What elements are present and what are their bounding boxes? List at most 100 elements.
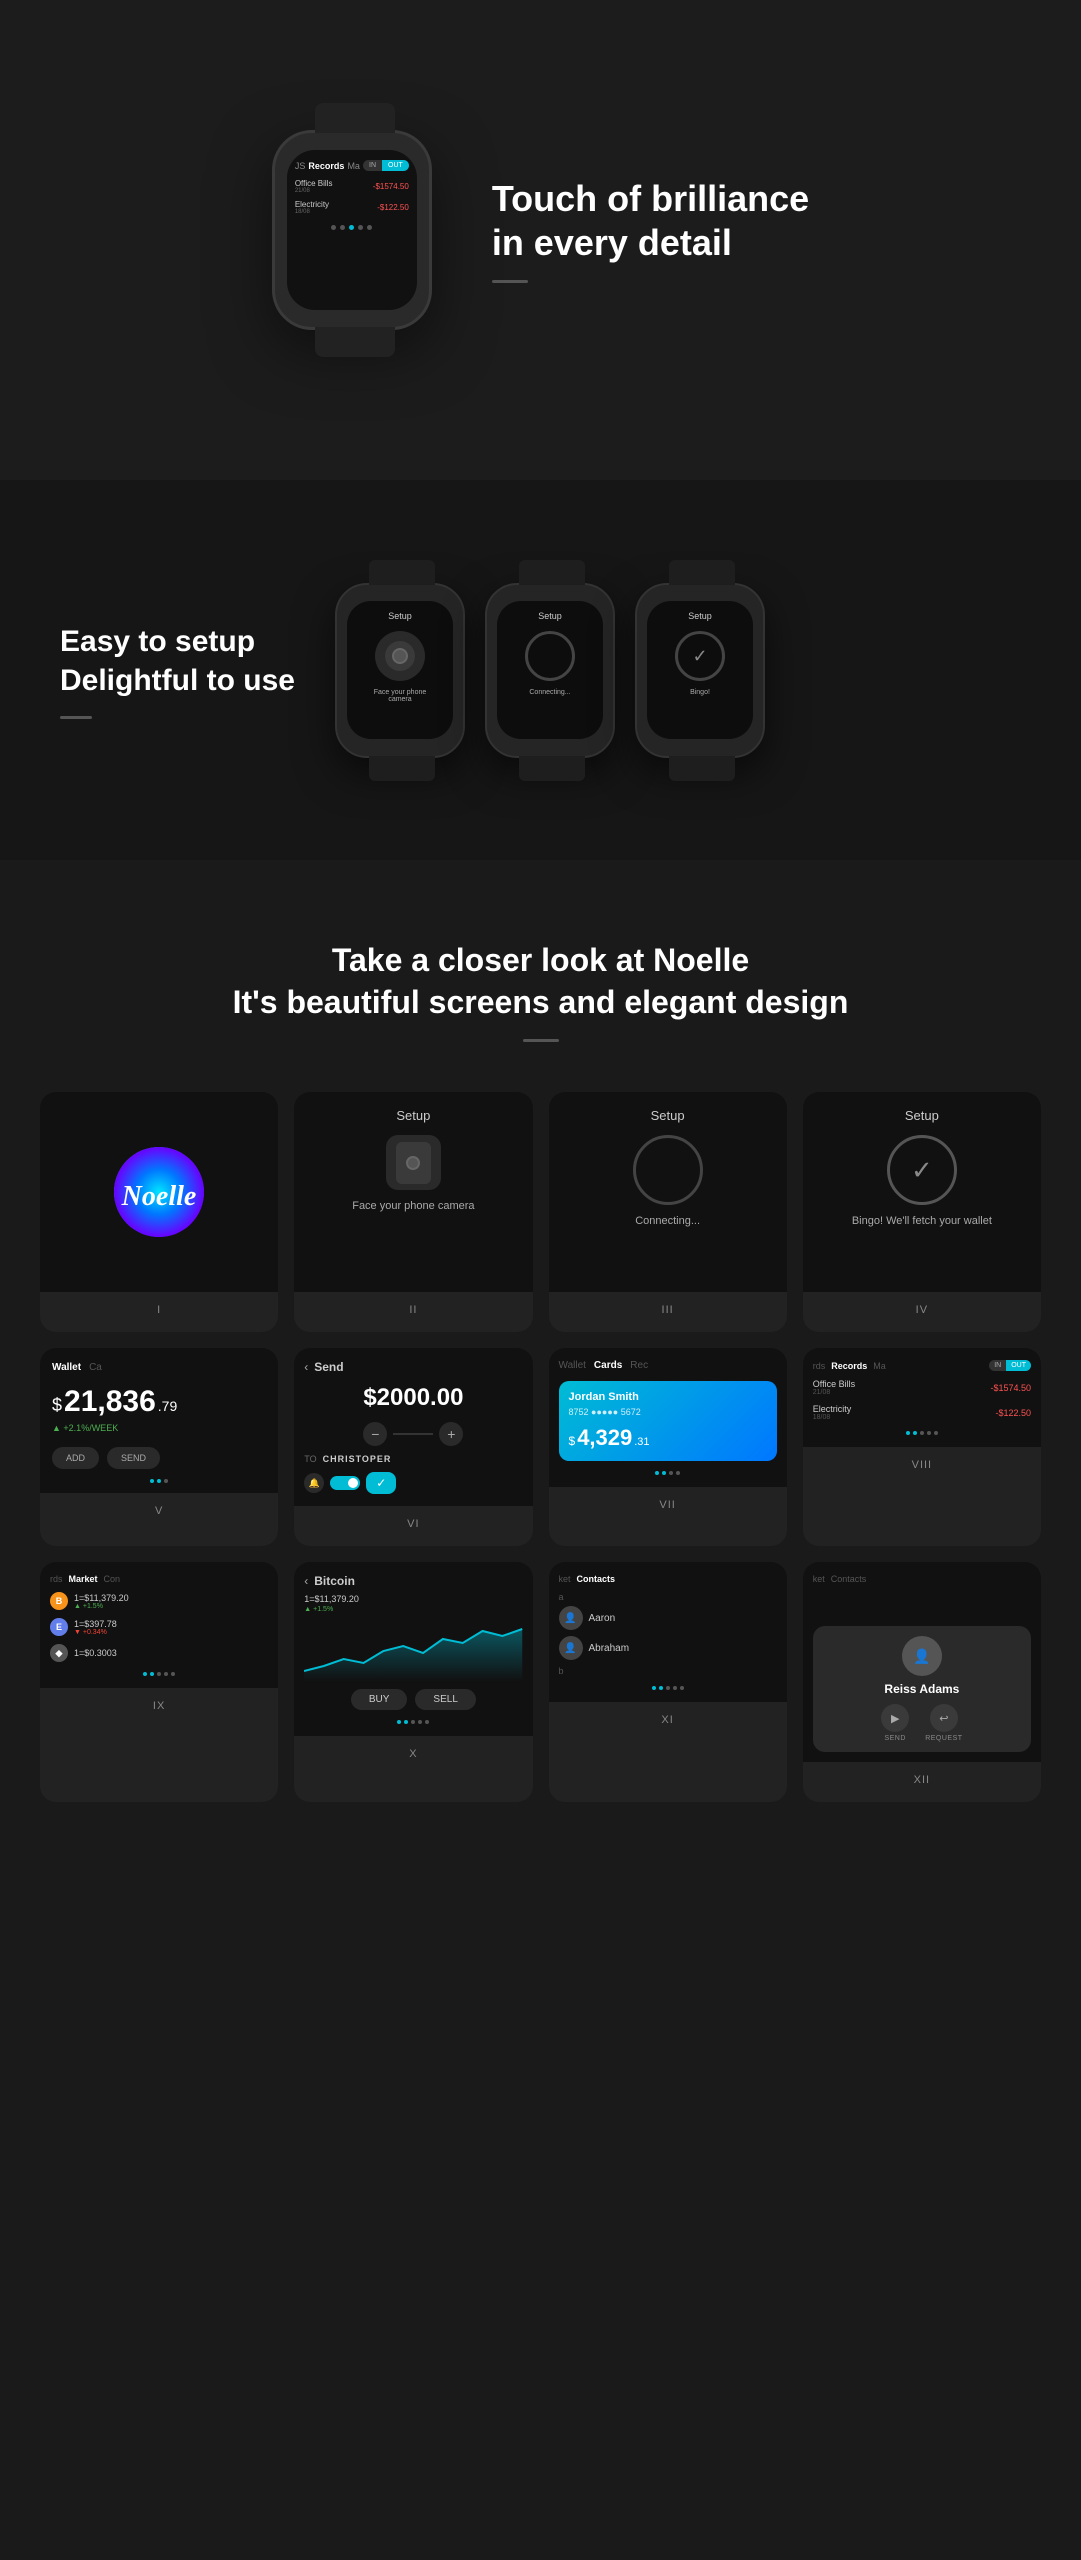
setup-screen-title-3: Setup xyxy=(688,611,712,621)
reiss-tab-ket: ket xyxy=(813,1574,825,1584)
records-out: OUT xyxy=(1006,1360,1031,1371)
records-tab-rds: rds xyxy=(813,1361,826,1371)
wallet-cents: .79 xyxy=(158,1398,177,1414)
wallet-dollar: $ xyxy=(52,1395,62,1416)
market-tab-rds: rds xyxy=(50,1574,63,1584)
cards-tab-wallet: Wallet xyxy=(559,1360,586,1371)
contacts-tabs: ket Contacts xyxy=(559,1574,777,1584)
screens-grid-row2: Wallet Ca $ 21,836 .79 ▲ +2.1%/WEEK ADD … xyxy=(40,1348,1041,1546)
screen-card-12: ket Contacts 👤 Reiss Adams ▶ SEND ↩ xyxy=(803,1562,1041,1802)
wallet-add-btn[interactable]: ADD xyxy=(52,1447,99,1469)
screen-card-6: ‹ Send $2000.00 − + TO CHRISTOPER 🔔 xyxy=(294,1348,532,1546)
send-toggle[interactable] xyxy=(330,1476,360,1490)
contact-avatar-aaron: 👤 xyxy=(559,1606,583,1630)
touch-title: Touch of brilliance in every detail xyxy=(492,177,809,263)
screens-grid-row1: Noelle I Setup Face your phone camera II xyxy=(40,1092,1041,1332)
market-item-eth: E 1=$397.78 ▼ +0.34% xyxy=(50,1618,268,1636)
section-setup: Easy to setup Delightful to use Setup Fa… xyxy=(0,480,1081,860)
market-tab-con: Con xyxy=(104,1574,121,1584)
wallet-card-content: Wallet Ca $ 21,836 .79 ▲ +2.1%/WEEK ADD … xyxy=(40,1348,278,1493)
screen-num-4: IV xyxy=(916,1304,928,1316)
bitcoin-buy-btn[interactable]: BUY xyxy=(351,1689,408,1710)
reiss-send-icon[interactable]: ▶ xyxy=(881,1704,909,1732)
screen-num-6: VI xyxy=(407,1518,419,1530)
bitcoin-chart xyxy=(304,1621,522,1681)
rec1-amount: -$1574.50 xyxy=(990,1383,1031,1393)
screen-card-5: Wallet Ca $ 21,836 .79 ▲ +2.1%/WEEK ADD … xyxy=(40,1348,278,1546)
setup-desc-2: Connecting... xyxy=(529,689,570,696)
contacts-content: ket Contacts a 👤 Aaron 👤 Abraham b xyxy=(549,1562,787,1702)
setup-title: Easy to setup Delightful to use xyxy=(60,622,295,700)
screen-num-12: XII xyxy=(914,1774,930,1786)
send-minus-btn[interactable]: − xyxy=(363,1422,387,1446)
watch-tab-records: Records xyxy=(308,161,344,171)
bitcoin-sell-btn[interactable]: SELL xyxy=(415,1689,475,1710)
records-tabs: rds Records Ma IN OUT xyxy=(813,1360,1031,1371)
wallet-tab-wallet: Wallet xyxy=(52,1362,81,1373)
phone-inner-2 xyxy=(396,1142,431,1184)
contact-name-abraham: Abraham xyxy=(589,1643,630,1654)
closer-divider xyxy=(523,1039,559,1042)
contacts-tab-ket: ket xyxy=(559,1574,571,1584)
send-title: Send xyxy=(314,1360,343,1374)
send-to-row: TO CHRISTOPER xyxy=(304,1454,522,1464)
setup-desc-1: Face your phonecamera xyxy=(374,689,427,703)
bitcoin-content: ‹ Bitcoin 1=$11,379.20 ▲ +1.5% xyxy=(294,1562,532,1736)
watch-record-2: Electricity 18/08 -$122.50 xyxy=(295,200,409,215)
record1-label: Office Bills xyxy=(295,179,333,188)
bitcoin-change: ▲ +1.5% xyxy=(304,1606,522,1613)
market-tab-market: Market xyxy=(69,1574,98,1584)
screen-card-7: Wallet Cards Rec Jordan Smith 8752 ●●●●●… xyxy=(549,1348,787,1546)
phone-icon-2 xyxy=(386,1135,441,1190)
contact-avatar-abraham: 👤 xyxy=(559,1636,583,1660)
records-item-2: Electricity 18/08 -$122.50 xyxy=(813,1404,1031,1421)
send-plus-btn[interactable]: + xyxy=(439,1422,463,1446)
record2-date: 18/08 xyxy=(295,209,329,215)
setup-card-title-2: Setup xyxy=(396,1108,430,1123)
send-header: ‹ Send xyxy=(304,1360,522,1374)
records-tab-ma: Ma xyxy=(873,1361,886,1371)
market-tabs: rds Market Con xyxy=(50,1574,268,1584)
wallet-buttons: ADD SEND xyxy=(52,1447,266,1469)
screen-content-4: Setup ✓ Bingo! We'll fetch your wallet xyxy=(803,1092,1041,1292)
setup-divider xyxy=(60,716,92,719)
bitcoin-header: ‹ Bitcoin xyxy=(304,1574,522,1588)
setup-card-title-3: Setup xyxy=(651,1108,685,1123)
record2-label: Electricity xyxy=(295,200,329,209)
wallet-send-btn[interactable]: SEND xyxy=(107,1447,160,1469)
wallet-amount-row: $ 21,836 .79 xyxy=(52,1385,266,1419)
screen-content-3: Setup Connecting... xyxy=(549,1092,787,1292)
bitcoin-title: Bitcoin xyxy=(314,1574,355,1588)
watch-record-1: Office Bills 21/08 -$1574.50 xyxy=(295,179,409,194)
rec2-label: Electricity xyxy=(813,1404,852,1414)
screen-card-9: rds Market Con B 1=$11,379.20 ▲ +1.5% E … xyxy=(40,1562,278,1802)
reiss-actions: ▶ SEND ↩ REQUEST xyxy=(881,1704,962,1742)
setup-card-desc-2: Face your phone camera xyxy=(352,1200,474,1212)
send-check-btn[interactable]: ✓ xyxy=(366,1472,396,1494)
rec2-amount: -$122.50 xyxy=(995,1408,1031,1418)
records-item-1: Office Bills 21/08 -$1574.50 xyxy=(813,1379,1031,1396)
btc-change: ▲ +1.5% xyxy=(74,1603,268,1610)
card-balance: 4,329 xyxy=(577,1425,632,1451)
bitcoin-buttons: BUY SELL xyxy=(304,1689,522,1710)
bingo-text: Bingo! We'll fetch your wallet xyxy=(852,1215,992,1227)
watch-setup-screen-2: Setup Connecting... xyxy=(497,601,603,739)
screen-card-4: Setup ✓ Bingo! We'll fetch your wallet I… xyxy=(803,1092,1041,1332)
screen-card-3: Setup Connecting... III xyxy=(549,1092,787,1332)
section-touch: JS Records Ma IN OUT Office Bills 21/08 … xyxy=(0,0,1081,480)
cards-tab-cards: Cards xyxy=(594,1360,622,1371)
btc-price: 1=$11,379.20 xyxy=(74,1593,268,1603)
reiss-tab-contacts: Contacts xyxy=(831,1574,867,1584)
screen-content-2: Setup Face your phone camera xyxy=(294,1092,532,1292)
watch-device-main: JS Records Ma IN OUT Office Bills 21/08 … xyxy=(272,130,432,330)
reiss-request-icon[interactable]: ↩ xyxy=(930,1704,958,1732)
screen-num-9: IX xyxy=(153,1700,165,1712)
reiss-avatar: 👤 xyxy=(902,1636,942,1676)
toggle-knob xyxy=(348,1478,358,1488)
reiss-request-label: REQUEST xyxy=(925,1735,962,1742)
reiss-request-action: ↩ REQUEST xyxy=(925,1704,962,1742)
cards-dots xyxy=(559,1471,777,1475)
setup-text: Easy to setup Delightful to use xyxy=(60,622,295,719)
market-item-other: ◆ 1=$0.3003 xyxy=(50,1644,268,1662)
setup-watches-row: Setup Face your phonecamera Setup Connec… xyxy=(335,583,765,758)
